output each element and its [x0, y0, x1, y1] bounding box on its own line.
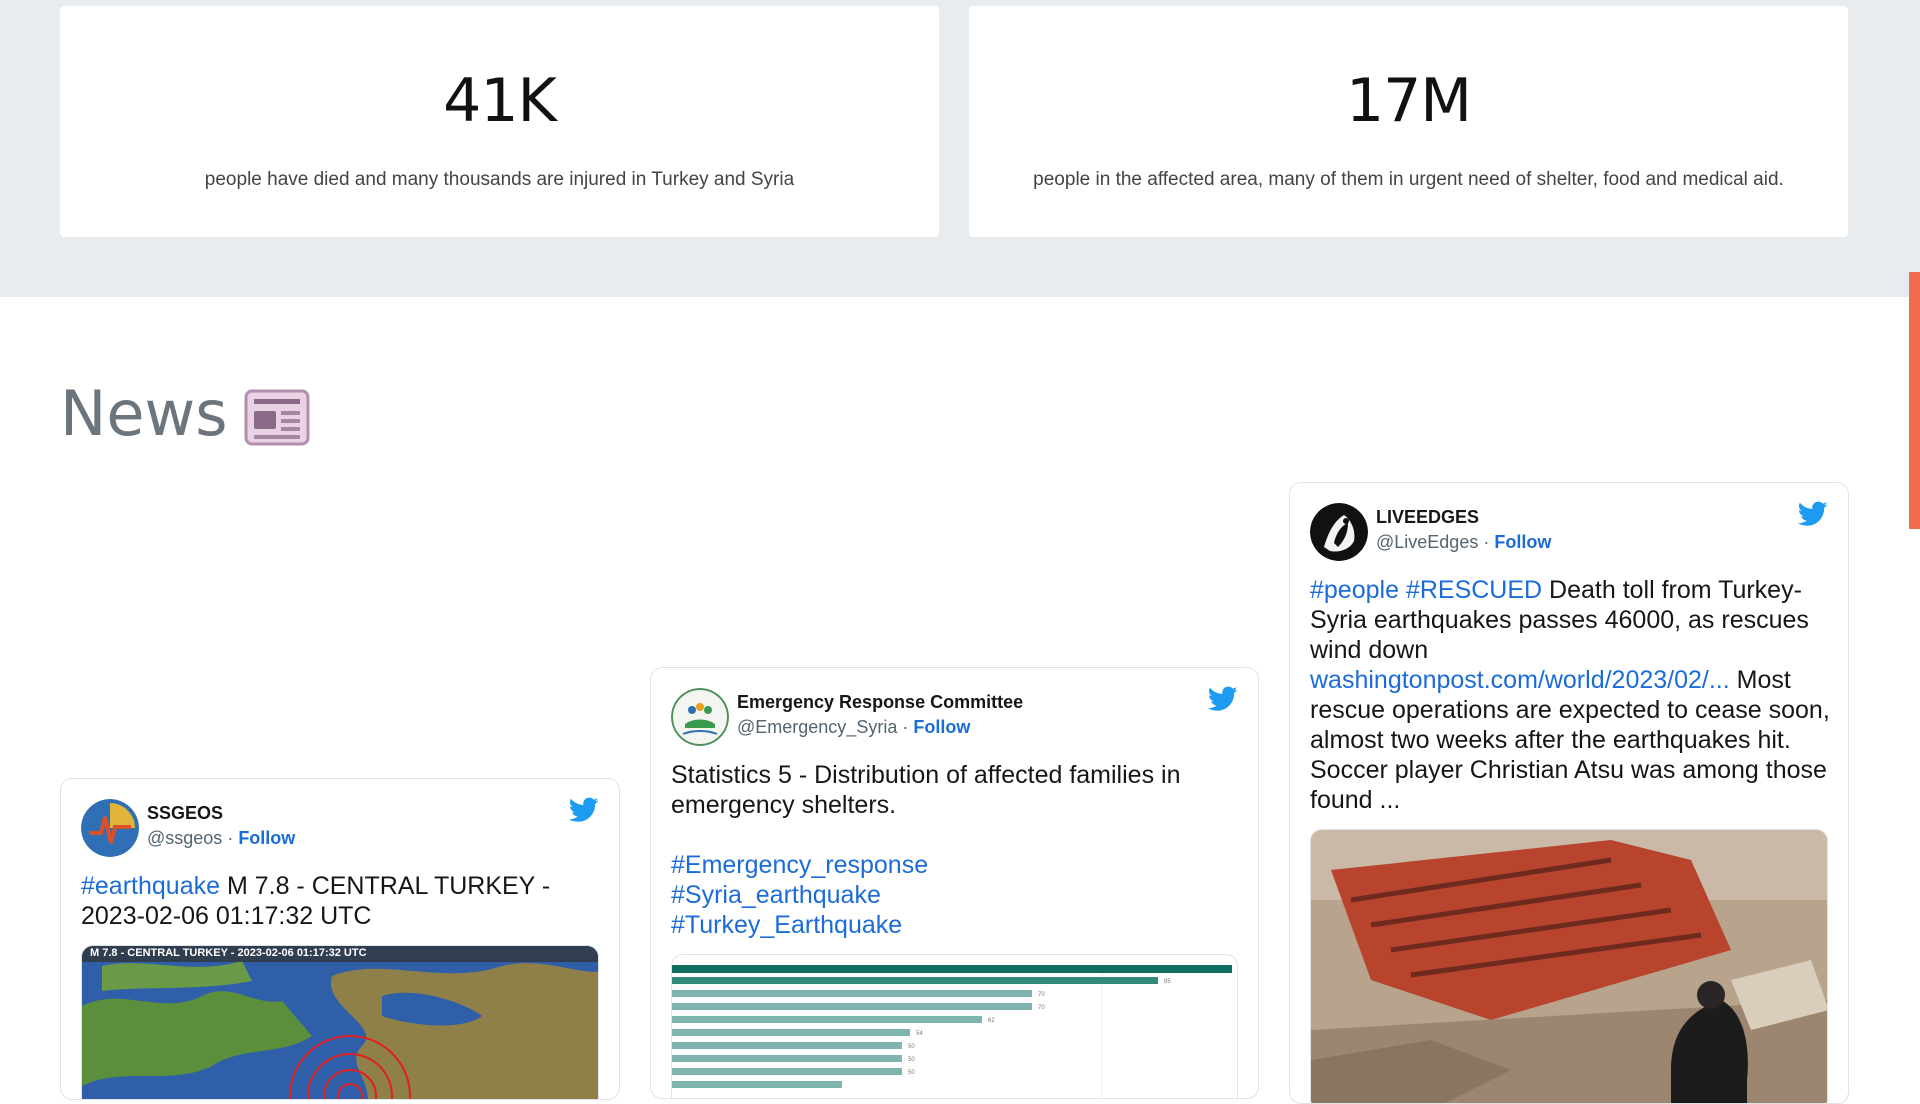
tweet-handle-line: @LiveEdges · Follow — [1376, 532, 1551, 553]
hashtag-link[interactable]: #Turkey_Earthquake — [671, 910, 1240, 940]
tweet-handle[interactable]: @LiveEdges — [1376, 532, 1478, 552]
tweet-handle[interactable]: @Emergency_Syria — [737, 717, 897, 737]
twitter-bird-icon[interactable] — [568, 797, 599, 823]
tweet-body: Statistics 5 - Distribution of affected … — [671, 761, 1181, 819]
separator: · — [1478, 532, 1495, 552]
follow-button[interactable]: Follow — [1494, 532, 1551, 552]
hashtag-link[interactable]: #people — [1310, 576, 1399, 604]
stat-value: 17M — [1345, 66, 1472, 136]
twitter-bird-icon[interactable] — [1797, 501, 1828, 527]
hashtag-link[interactable]: #earthquake — [81, 872, 220, 900]
chart-bar — [672, 965, 1232, 973]
chart-bar-label: 50 — [908, 1044, 915, 1050]
chart-bar-label: 70 — [1038, 1005, 1045, 1011]
tweet-handle[interactable]: @ssgeos — [147, 828, 222, 848]
scrollbar-thumb[interactable] — [1909, 272, 1920, 529]
tweet-card-liveedges[interactable]: LIVEEDGES @LiveEdges · Follow #people #R… — [1289, 482, 1849, 1104]
chart-bar-label: 50 — [908, 1057, 915, 1063]
follow-button[interactable]: Follow — [913, 717, 970, 737]
stats-band: 41K people have died and many thousands … — [0, 0, 1920, 297]
twitter-bird-icon[interactable] — [1207, 686, 1238, 712]
chart-bar-label: 50 — [908, 1070, 915, 1076]
tweet-card-emergency[interactable]: Emergency Response Committee @Emergency_… — [650, 667, 1259, 1099]
chart-bar-label: 85 — [1164, 979, 1171, 985]
chart-bar — [672, 1068, 902, 1075]
tweet-media-photo[interactable] — [1310, 829, 1828, 1103]
tweet-author-name[interactable]: LIVEEDGES — [1376, 507, 1479, 528]
newspaper-icon — [244, 389, 310, 446]
avatar[interactable] — [671, 688, 729, 746]
media-caption: M 7.8 - CENTRAL TURKEY - 2023-02-06 01:1… — [90, 947, 367, 959]
hashtag-link[interactable]: #Syria_earthquake — [671, 880, 1240, 910]
stat-description: people in the affected area, many of the… — [1033, 169, 1784, 190]
tweet-author-name[interactable]: SSGEOS — [147, 803, 223, 824]
follow-button[interactable]: Follow — [238, 828, 295, 848]
hashtag-list: #Emergency_response #Syria_earthquake #T… — [671, 850, 1240, 940]
chart-bar — [672, 1016, 982, 1023]
tweet-card-ssgeos[interactable]: SSGEOS @ssgeos · Follow #earthquake M 7.… — [60, 778, 620, 1100]
tweet-handle-line: @Emergency_Syria · Follow — [737, 717, 970, 738]
chart-bar — [672, 1081, 842, 1088]
separator: · — [897, 717, 914, 737]
chart-bar-label: 70 — [1038, 992, 1045, 998]
tweet-media-chart[interactable]: 85 70 70 62 54 50 50 50 — [671, 954, 1238, 1098]
chart-bar — [672, 977, 1158, 984]
news-heading: News — [60, 377, 228, 450]
chart-bar — [672, 1042, 902, 1049]
chart-bar-label: 62 — [988, 1018, 995, 1024]
hashtag-link[interactable]: #Emergency_response — [671, 850, 1240, 880]
tweet-media-map[interactable]: M 7.8 - CENTRAL TURKEY - 2023-02-06 01:1… — [81, 945, 599, 1099]
chart-bar — [672, 990, 1032, 997]
chart-bar — [672, 1029, 910, 1036]
tweet-handle-line: @ssgeos · Follow — [147, 828, 295, 849]
stat-card-affected: 17M people in the affected area, many of… — [969, 6, 1848, 237]
stat-value: 41K — [443, 66, 557, 136]
stat-description: people have died and many thousands are … — [204, 169, 795, 190]
tweet-text: #earthquake M 7.8 - CENTRAL TURKEY - 202… — [81, 871, 601, 931]
hashtag-link[interactable]: #RESCUED — [1406, 576, 1542, 604]
avatar[interactable] — [81, 799, 139, 857]
separator: · — [222, 828, 239, 848]
stat-card-deaths: 41K people have died and many thousands … — [60, 6, 939, 237]
article-link[interactable]: washingtonpost.com/world/2023/02/... — [1310, 666, 1730, 694]
chart-bar — [672, 1003, 1032, 1010]
chart-bar — [672, 1055, 902, 1062]
tweet-author-name[interactable]: Emergency Response Committee — [737, 692, 1023, 713]
tweet-text: #people #RESCUED Death toll from Turkey-… — [1310, 575, 1830, 815]
chart-bar-label: 54 — [916, 1031, 923, 1037]
avatar[interactable] — [1310, 503, 1368, 561]
